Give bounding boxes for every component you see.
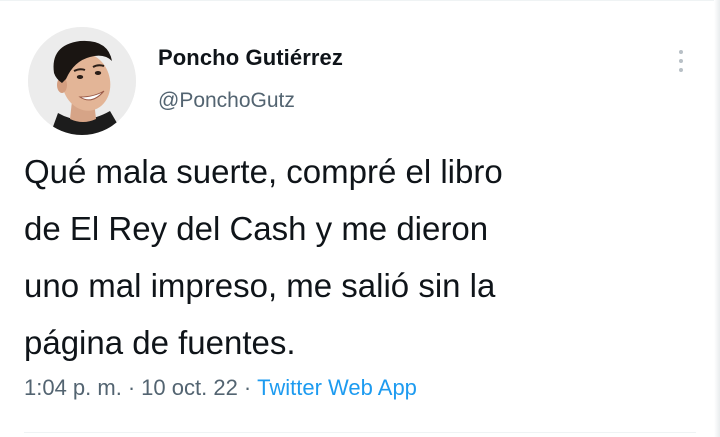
user-handle[interactable]: @PonchoGutz (158, 89, 295, 113)
tweet-source-link[interactable]: Twitter Web App (257, 375, 417, 400)
tweet-line: de El Rey del Cash y me dieron (24, 210, 489, 247)
scroll-edge (714, 0, 720, 437)
tweet-line: uno mal impreso, me salió sin la (24, 267, 496, 304)
more-options-button[interactable] (672, 44, 690, 78)
tweet-line: Qué mala suerte, compré el libro (24, 153, 503, 190)
more-vertical-icon (679, 50, 683, 54)
tweet-time[interactable]: 1:04 p. m. (24, 375, 122, 400)
more-vertical-icon (679, 59, 683, 63)
top-divider (0, 0, 720, 1)
tweet-metadata: 1:04 p. m. · 10 oct. 22 · Twitter Web App (24, 375, 417, 401)
display-name[interactable]: Poncho Gutiérrez (158, 45, 343, 71)
tweet-card: Poncho Gutiérrez @PonchoGutz Qué mala su… (0, 0, 720, 437)
profile-photo-icon (28, 27, 136, 135)
meta-separator: · (243, 375, 252, 400)
more-vertical-icon (679, 68, 683, 72)
tweet-line: página de fuentes. (24, 324, 296, 361)
bottom-divider (24, 432, 696, 433)
tweet-text: Qué mala suerte, compré el libro de El R… (24, 143, 694, 371)
meta-separator: · (127, 375, 136, 400)
avatar[interactable] (28, 27, 136, 135)
tweet-date[interactable]: 10 oct. 22 (141, 375, 238, 400)
